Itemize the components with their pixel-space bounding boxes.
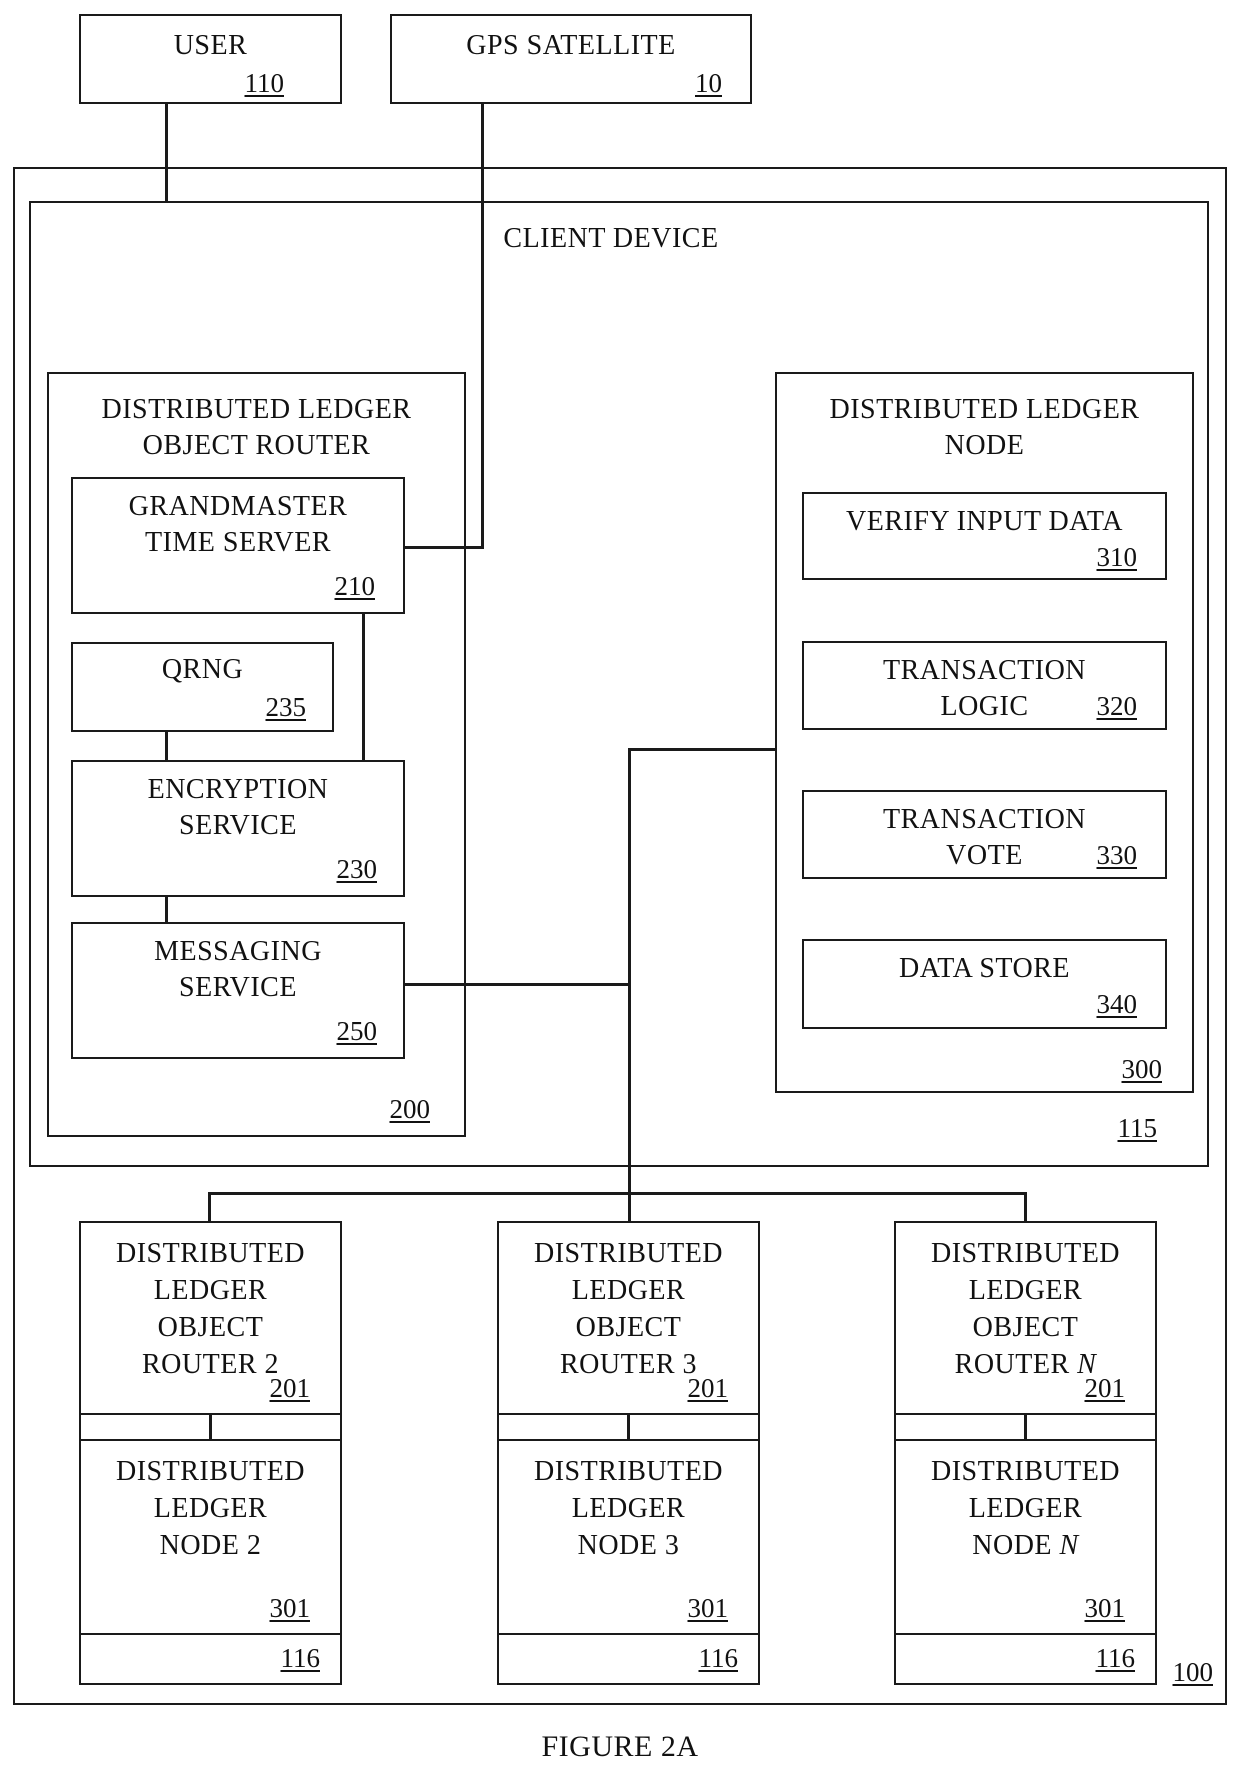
qrng-ref: 235 [265,692,307,722]
client-device-ref: 115 [1117,1113,1158,1143]
gps-connector-horizontal [405,546,484,549]
qrng-label: QRNG [161,654,244,685]
peer-node-section: DISTRIBUTED LEDGER NODE 3 301 [499,1441,758,1635]
ledger-node-label: DISTRIBUTED LEDGER NODE [829,394,1140,461]
peer-node-section: DISTRIBUTED LEDGER NODE 2 301 [81,1441,340,1635]
peer-router-ref: 201 [1084,1373,1126,1403]
grandmaster-time-server-ref: 210 [334,571,376,601]
user-box: USER 110 [79,14,342,104]
verify-input-data-label: VERIFY INPUT DATA [846,506,1123,537]
encryption-service-ref: 230 [336,854,378,884]
peer-connector-strip [81,1415,340,1441]
data-store-label: DATA STORE [898,953,1071,984]
transaction-vote-label: TRANSACTION [882,804,1087,835]
peer-connector-strip [499,1415,758,1441]
peer-router-label: DISTRIBUTED LEDGER OBJECT ROUTER N [930,1238,1121,1380]
qrng-encryption-connector [165,731,168,760]
ledger-object-router-ref: 200 [389,1094,431,1124]
peer-router-section: DISTRIBUTED LEDGER OBJECT ROUTER 3 201 [499,1223,758,1415]
peer-node-label: DISTRIBUTED LEDGER NODE N [930,1456,1121,1561]
peer-node-label: DISTRIBUTED LEDGER NODE 3 [533,1456,724,1561]
encryption-service-box: ENCRYPTION SERVICE 230 [71,760,405,897]
messaging-service-box: MESSAGING SERVICE 250 [71,922,405,1059]
peer-bus-drop-left [208,1192,211,1222]
encryption-service-label: ENCRYPTION SERVICE [147,774,329,841]
data-store-ref: 340 [1096,989,1138,1019]
node-bus-connector [628,748,776,751]
verify-input-data-box: VERIFY INPUT DATA 310 [802,492,1167,580]
peer-router-ref: 201 [269,1373,311,1403]
transaction-logic-ref: 320 [1096,691,1138,721]
gps-connector-vertical [481,103,484,548]
router-node-connector [209,1415,212,1439]
gps-satellite-ref: 10 [695,68,722,98]
grandmaster-time-server-label: GRANDMASTER TIME SERVER [128,491,348,558]
gps-satellite-label: GPS SATELLITE [466,30,676,61]
main-bus-vertical [628,748,631,1222]
user-connector [165,103,168,201]
user-label: USER [173,30,248,61]
qrng-box: QRNG 235 [71,642,334,732]
peer-bus-drop-right [1024,1192,1027,1222]
gps-satellite-box: GPS SATELLITE 10 [390,14,752,104]
messaging-bus-connector [405,983,631,986]
messaging-service-label: MESSAGING SERVICE [154,936,322,1003]
data-store-box: DATA STORE 340 [802,939,1167,1029]
transaction-logic-box: TRANSACTION LOGIC 320 [802,641,1167,730]
peer-device-box: DISTRIBUTED LEDGER OBJECT ROUTER 2 201 DIS… [79,1221,342,1685]
peer-bus-horizontal [208,1192,1027,1195]
ledger-node-ref: 300 [1121,1054,1163,1084]
peer-device-ref: 116 [698,1643,739,1673]
peer-node-section: DISTRIBUTED LEDGER NODE N 301 [896,1441,1155,1635]
system-ref: 100 [1172,1657,1214,1687]
peer-device-ref: 116 [1095,1643,1136,1673]
peer-router-section: DISTRIBUTED LEDGER OBJECT ROUTER N 201 [896,1223,1155,1415]
peer-node-label: DISTRIBUTED LEDGER NODE 2 [115,1456,306,1561]
router-node-connector [1024,1415,1027,1439]
peer-connector-strip [896,1415,1155,1441]
ledger-object-router-label: DISTRIBUTED LEDGER OBJECT ROUTER [101,394,412,461]
figure-caption: FIGURE 2A [541,1730,699,1763]
router-node-connector [627,1415,630,1439]
gts-encryption-connector [362,614,365,760]
peer-node-ref: 301 [687,1593,729,1623]
peer-node-ref: 301 [269,1593,311,1623]
verify-input-data-ref: 310 [1096,542,1138,572]
client-device-label: CLIENT DEVICE [503,223,719,254]
peer-router-section: DISTRIBUTED LEDGER OBJECT ROUTER 2 201 [81,1223,340,1415]
peer-router-ref: 201 [687,1373,729,1403]
peer-router-label: DISTRIBUTED LEDGER OBJECT ROUTER 2 [115,1238,306,1380]
transaction-logic-label: TRANSACTION [882,655,1087,686]
peer-device-box: DISTRIBUTED LEDGER OBJECT ROUTER N 201 DIS… [894,1221,1157,1685]
peer-device-ref: 116 [280,1643,321,1673]
peer-node-ref: 301 [1084,1593,1126,1623]
transaction-vote-ref: 330 [1096,840,1138,870]
transaction-vote-box: TRANSACTION VOTE 330 [802,790,1167,879]
peer-router-label: DISTRIBUTED LEDGER OBJECT ROUTER 3 [533,1238,724,1380]
encryption-messaging-connector [165,896,168,922]
peer-device-box: DISTRIBUTED LEDGER OBJECT ROUTER 3 201 DIS… [497,1221,760,1685]
messaging-service-ref: 250 [336,1016,378,1046]
grandmaster-time-server-box: GRANDMASTER TIME SERVER 210 [71,477,405,614]
user-ref: 110 [244,68,285,98]
